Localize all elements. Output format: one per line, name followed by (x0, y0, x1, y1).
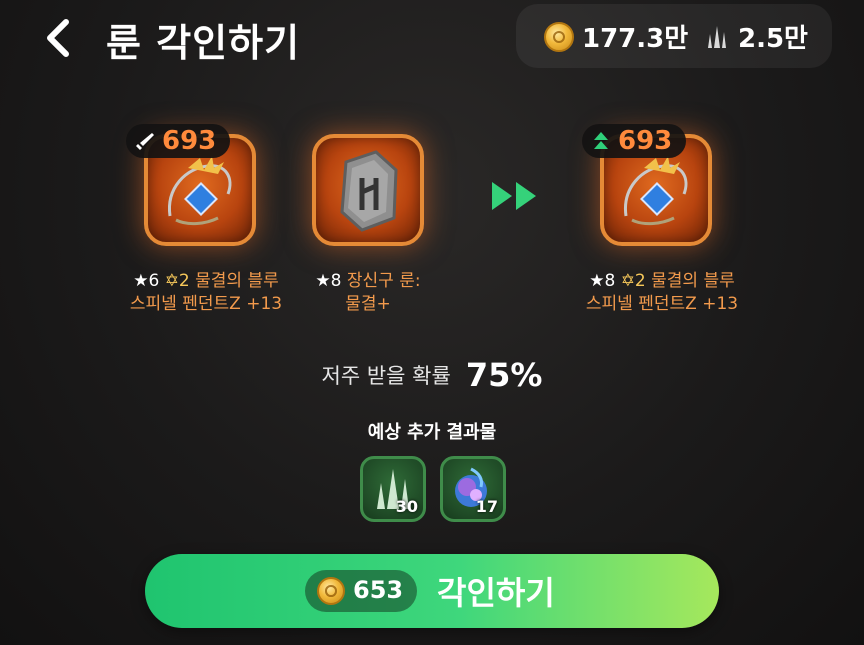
rune-name-line1: 장신구 룬: (346, 271, 421, 291)
power-up-icon (594, 132, 608, 149)
gold-coin-icon (317, 577, 345, 605)
rune-label: ★8 장신구 룬: 물결+ (292, 270, 444, 316)
result-grade: ✡2 (620, 271, 646, 291)
reward-slot-crystal[interactable]: 30 (360, 456, 426, 522)
result-name-line2: 스피넬 펜던트Z +13 (585, 294, 739, 314)
cost-amount: 653 (353, 576, 404, 604)
curse-probability-value: 75% (465, 356, 543, 394)
rune-name-line2: 물결+ (345, 294, 391, 314)
result-item-label: ★8 ✡2 물결의 블루 스피넬 펜던트Z +13 (574, 270, 750, 316)
source-grade: ✡2 (164, 271, 190, 291)
reward-slot-essence[interactable]: 17 (440, 456, 506, 522)
source-name-line2: 스피넬 펜던트Z +13 (129, 294, 283, 314)
rune-star-level: ★8 (315, 271, 342, 291)
source-power-badge: 693 (126, 124, 230, 158)
rune-stone-icon (340, 150, 398, 232)
result-star-level: ★8 (589, 271, 616, 291)
engrave-button[interactable]: 653 각인하기 (145, 554, 719, 628)
gold-coin-icon (544, 22, 574, 52)
crystal-icon (708, 26, 726, 48)
crystal-amount: 2.5만 (738, 24, 808, 54)
source-name-line1: 물결의 블루 (195, 271, 279, 291)
reward-count: 17 (475, 497, 498, 516)
extra-results-title: 예상 추가 결과물 (367, 422, 497, 443)
gold-amount: 177.3만 (582, 24, 689, 54)
cost-display: 653 (305, 570, 417, 612)
back-button[interactable] (38, 16, 78, 60)
currency-display: 177.3만 2.5만 (516, 4, 832, 68)
result-power-value: 693 (618, 126, 673, 156)
curse-probability-label: 저주 받을 확률 (321, 364, 451, 388)
top-bar: 룬 각인하기 177.3만 2.5만 (0, 0, 864, 80)
source-power-value: 693 (162, 126, 217, 156)
source-item-label: ★6 ✡2 물결의 블루 스피넬 펜던트Z +13 (118, 270, 294, 316)
source-star-level: ★6 (133, 271, 160, 291)
engrave-label: 각인하기 (437, 574, 555, 612)
curse-probability: 저주 받을 확률 75% (0, 356, 864, 394)
result-name-line1: 물결의 블루 (651, 271, 735, 291)
fast-forward-icon (492, 182, 536, 210)
reward-count: 30 (395, 497, 418, 516)
sword-icon (136, 133, 154, 150)
chevron-left-icon (47, 19, 69, 57)
result-power-badge: 693 (582, 124, 686, 158)
rune-slot[interactable] (312, 134, 424, 246)
page-title: 룬 각인하기 (106, 21, 301, 65)
